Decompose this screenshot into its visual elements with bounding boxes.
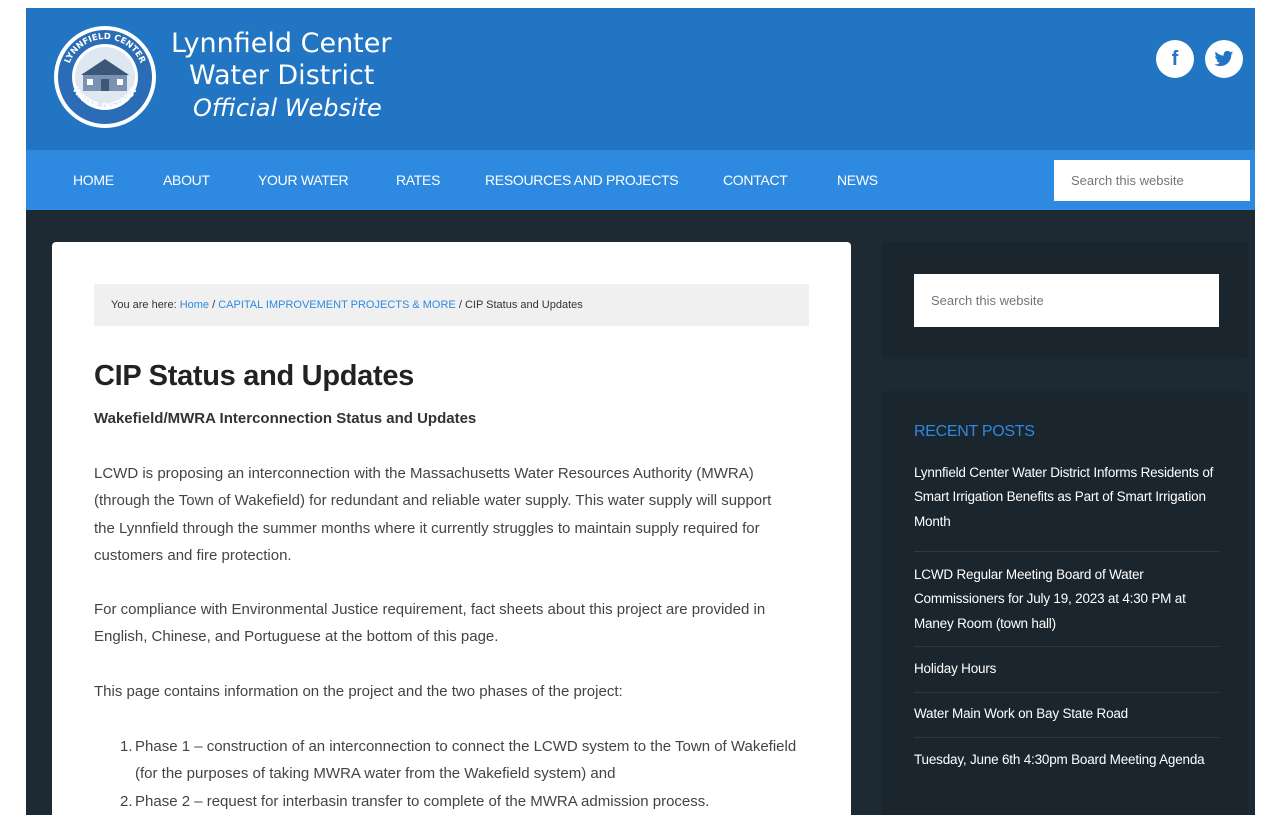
sidebar-search-widget <box>882 242 1248 359</box>
divider <box>914 692 1219 693</box>
breadcrumb-separator: / <box>455 299 465 311</box>
recent-post-link[interactable]: Water Main Work on Bay State Road <box>914 702 1219 726</box>
list-item: 2. Phase 2 – request for interbasin tran… <box>120 788 800 815</box>
district-seal-logo[interactable]: LYNNFIELD CENTER WATER DISTRICT <box>53 25 157 129</box>
sidebar-search-input[interactable] <box>914 274 1219 327</box>
divider <box>914 646 1219 647</box>
divider <box>914 737 1219 738</box>
section-subheading: Wakefield/MWRA Interconnection Status an… <box>94 410 477 427</box>
facebook-icon[interactable]: f <box>1156 40 1194 78</box>
site-title-line1[interactable]: Lynnfield Center <box>171 28 391 60</box>
nav-item-contact[interactable]: Contact <box>723 150 788 210</box>
facebook-glyph: f <box>1171 47 1179 70</box>
main-content-card: You are here: Home / CAPITAL IMPROVEMENT… <box>52 242 851 815</box>
list-item-number: 1. <box>120 738 133 755</box>
nav-item-rates[interactable]: Rates <box>396 150 440 210</box>
nav-search-input[interactable] <box>1054 160 1250 201</box>
site-title[interactable]: Lynnfield Center Water District Official… <box>171 28 391 124</box>
site-header: LYNNFIELD CENTER WATER DISTRICT Lynnfiel… <box>26 8 1255 150</box>
site-title-line2[interactable]: Water District <box>171 60 391 92</box>
list-item: 1. Phase 1 – construction of an intercon… <box>120 733 800 788</box>
recent-post-link[interactable]: Tuesday, June 6th 4:30pm Board Meeting A… <box>914 748 1219 772</box>
nav-item-resources-and-projects[interactable]: Resources and Projects <box>485 150 679 210</box>
environmental-justice-paragraph: For compliance with Environmental Justic… <box>94 601 766 646</box>
recent-posts-title: Recent Posts <box>914 423 1035 440</box>
breadcrumb-parent-link[interactable]: CAPITAL IMPROVEMENT PROJECTS & MORE <box>218 299 456 311</box>
phases-intro-paragraph: This page contains information on the pr… <box>94 683 623 700</box>
divider <box>914 551 1219 552</box>
recent-posts-widget: Recent Posts Lynnfield Center Water Dist… <box>882 391 1248 815</box>
list-item-number: 2. <box>120 793 133 810</box>
breadcrumb-prefix: You are here: <box>111 299 180 311</box>
intro-paragraph: LCWD is proposing an interconnection wit… <box>94 465 772 564</box>
recent-post-link[interactable]: Holiday Hours <box>914 657 1219 681</box>
site-title-line3[interactable]: Official Website <box>171 92 391 124</box>
recent-post-link[interactable]: LCWD Regular Meeting Board of Water Comm… <box>914 563 1219 636</box>
nav-item-news[interactable]: News <box>837 150 878 210</box>
nav-item-your-water[interactable]: Your Water <box>258 150 349 210</box>
breadcrumb-separator: / <box>209 299 219 311</box>
site-container: LYNNFIELD CENTER WATER DISTRICT Lynnfiel… <box>26 8 1255 815</box>
page-title: CIP Status and Updates <box>94 360 414 392</box>
twitter-bird-glyph <box>1214 50 1234 67</box>
list-item-text: Phase 1 – construction of an interconnec… <box>135 738 797 783</box>
breadcrumb-home-link[interactable]: Home <box>180 299 209 311</box>
list-item-text: Phase 2 – request for interbasin transfe… <box>135 793 710 810</box>
twitter-icon[interactable] <box>1205 40 1243 78</box>
breadcrumb-current: CIP Status and Updates <box>464 299 583 311</box>
recent-post-link[interactable]: Lynnfield Center Water District Informs … <box>914 461 1219 534</box>
main-navigation: Home About Your Water Rates Resources an… <box>26 150 1255 210</box>
nav-item-about[interactable]: About <box>163 150 210 210</box>
breadcrumb: You are here: Home / CAPITAL IMPROVEMENT… <box>94 284 809 326</box>
nav-item-home[interactable]: Home <box>73 150 114 210</box>
